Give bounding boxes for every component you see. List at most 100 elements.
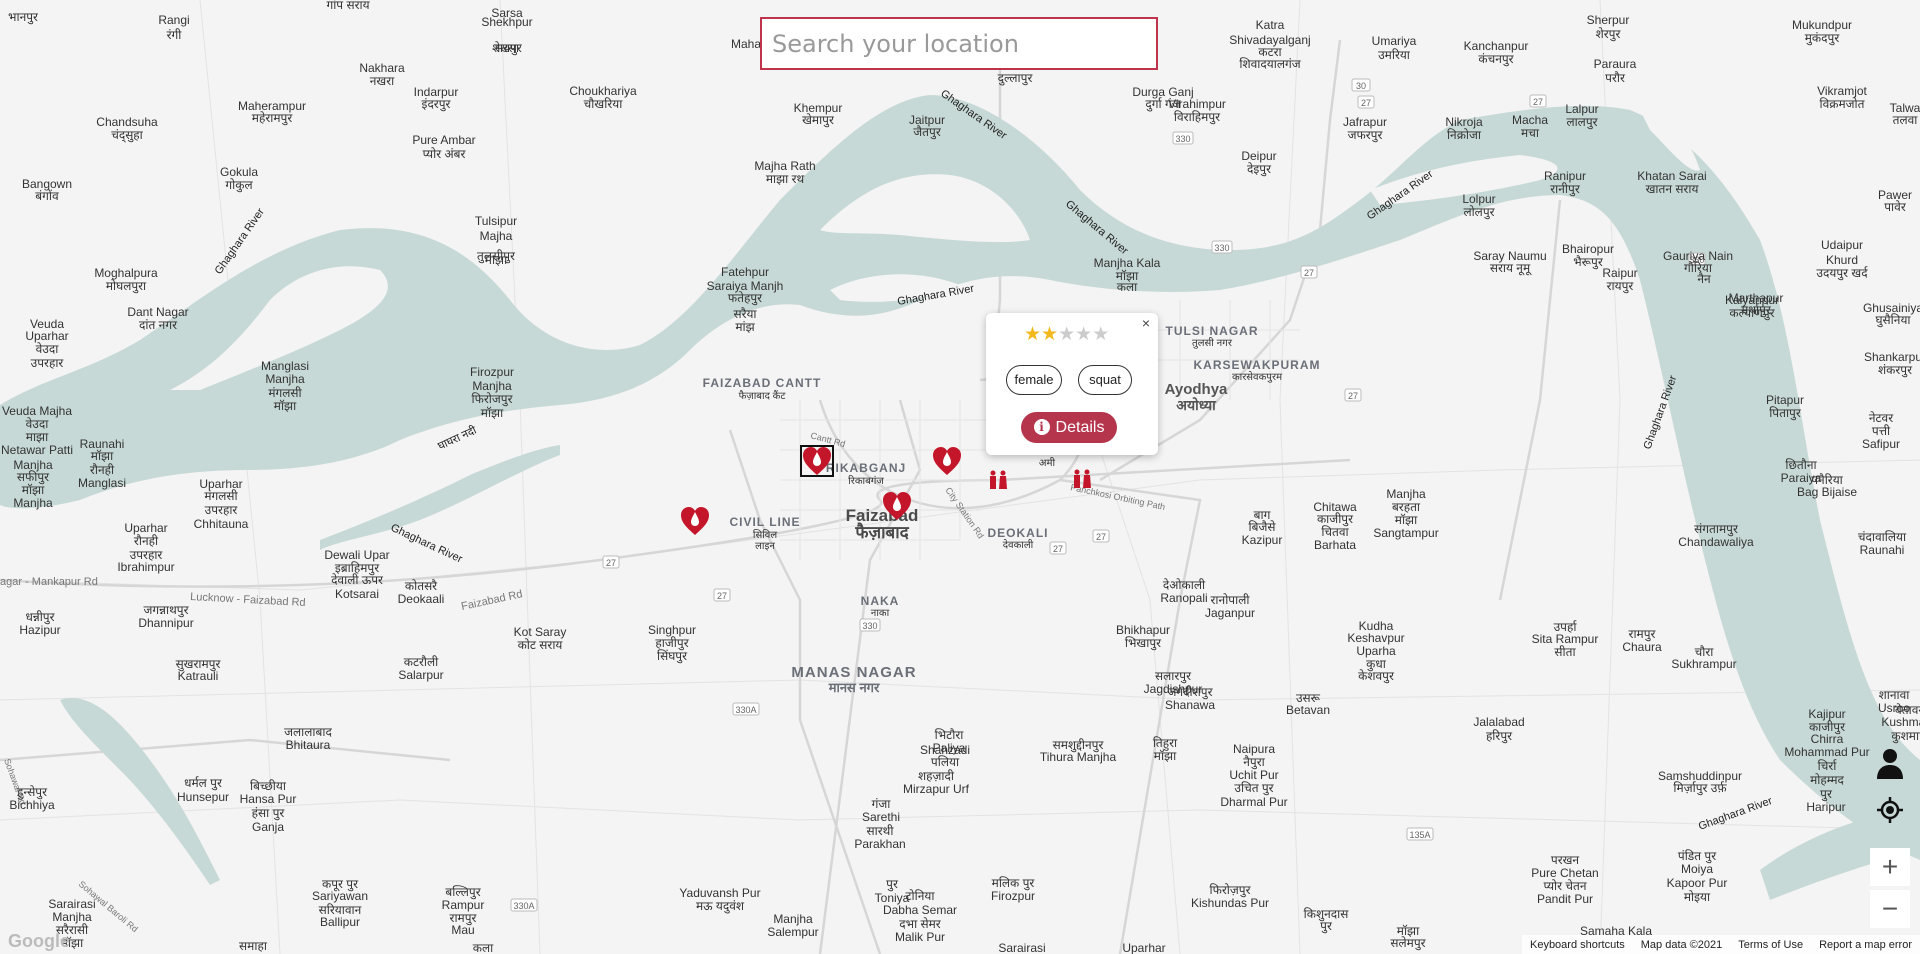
svg-text:27: 27 [1361,98,1371,108]
minus-icon: − [1881,893,1899,924]
place-label: Uparhar [1122,941,1165,954]
area-label-hi: मानस नगर [828,680,880,695]
place-label: Manjha Kala [1094,256,1161,270]
area-label: NAKA [861,594,900,608]
plus-icon: + [1881,851,1899,882]
place-label: शेरपुर [1596,27,1622,42]
place-label: Kapoor Pur [1667,876,1728,890]
place-label: Dabha Semar [883,903,957,917]
place-label: भानपुर [8,10,39,25]
place-label: मऊ यदुवंश [696,899,745,914]
place-label: समाहा [239,939,268,953]
place-label: मॉझा [1154,749,1177,763]
user-button[interactable] [1870,743,1910,783]
place-label: Katrauli [178,669,219,683]
blood-drop-heart-icon[interactable] [880,490,914,527]
place-label: Nikroja [1445,115,1483,129]
svg-text:27: 27 [717,591,727,601]
details-button[interactable]: i Details [1021,412,1117,443]
place-label: दभा सेमर [899,917,942,931]
place-label: शंकरपुर [1878,363,1913,378]
place-label: तलवा [1893,113,1919,127]
place-label: इंदरपुर [422,97,452,112]
toilet-icon[interactable] [1071,469,1093,494]
zoom-out-button[interactable]: − [1870,890,1910,928]
place-label: गोकुल [225,178,253,193]
place-label: शिवादयालगंज [1239,57,1301,71]
place-label: Mohammad Pur [1784,745,1869,759]
place-label: Lalpur [1565,102,1598,116]
place-label: Shanawa [1165,698,1215,712]
blood-drop-heart-icon[interactable] [678,505,712,542]
place-label: कला [1117,280,1138,294]
place-label: Salempur [767,925,818,939]
place-label: Majha Rath [754,159,815,173]
place-label: प्योर चेतन [1543,879,1586,893]
area-label: RIKABGANJ [826,461,906,475]
place-label: Rangi [158,13,189,27]
place-label: दांत नगर [139,318,178,332]
place-label: Nakhara [359,61,405,75]
place-label: Gokula [220,165,258,179]
tag-female: female [1006,365,1062,395]
area-label: KARSEWAKPURAM [1194,358,1321,372]
place-label: सिंघपुर [657,649,688,664]
close-icon[interactable]: × [1142,315,1150,331]
place-label: Dant Nagar [127,305,188,319]
place-label: Malik Pur [895,930,945,944]
place-label: Manjha [472,379,512,393]
toilet-icon[interactable] [987,470,1009,495]
search-input[interactable] [762,19,1156,68]
blood-drop-heart-icon[interactable] [800,445,834,482]
highway-shield: 27 [602,555,620,569]
place-label: Lolpur [1462,192,1495,206]
place-label: छितौना [1785,458,1817,472]
highway-shield: 330A [732,702,760,716]
highway-shield: 330 [859,618,881,632]
terms-link[interactable]: Terms of Use [1738,939,1803,951]
place-label: Firozpur [991,889,1035,903]
place-label: Tulsipur [475,214,517,228]
area-label-hi: सिविल [753,529,778,541]
place-label: कुशमाहा [1891,729,1920,744]
place-label: शानावा [1879,688,1911,702]
svg-text:27: 27 [606,558,616,568]
place-label: माझा [26,430,49,444]
place-label: Hansa Pur [240,792,297,806]
place-label: Mukundpur [1792,18,1852,32]
place-label: Uparha [1356,644,1396,658]
place-label: Uparhar [124,521,167,535]
place-label: माझा [485,253,508,267]
place-label: Veuda Majha [2,404,72,418]
blood-drop-heart-icon[interactable] [930,445,964,482]
place-label: गांप सराय [326,0,370,12]
place-label: Raunahi [1860,543,1905,557]
place-label: रंगी [167,28,183,42]
place-label: टोनिया [906,889,936,903]
keyboard-shortcuts-link[interactable]: Keyboard shortcuts [1530,939,1625,951]
place-label: नेटवर [1869,411,1894,425]
svg-text:330A: 330A [735,705,756,715]
place-label: Mirzapur Urf [903,782,970,796]
zoom-in-button[interactable]: + [1870,848,1910,886]
area-label: CIVIL LINE [729,515,800,529]
svg-text:330: 330 [1175,134,1190,144]
place-label: पितापुर [1769,406,1802,421]
locate-button[interactable] [1870,790,1910,830]
place-label: अमी [1039,457,1056,469]
place-label: देओकाली [1163,578,1206,592]
place-label: Dharmal Pur [1220,795,1287,809]
report-error-link[interactable]: Report a map error [1819,939,1912,951]
star-icon: ★ [1024,324,1042,345]
place-label: Shekhpur [481,15,532,29]
place-label: पावेर [1884,200,1907,214]
search-box[interactable] [760,17,1158,70]
place-label: मॉझा [481,406,504,420]
place-label: Chirra [1811,732,1844,746]
svg-text:330: 330 [862,621,877,631]
place-label: Virahimpur [1168,97,1226,111]
place-label: केशवपुर [1358,669,1395,684]
place-label: मॉझा [274,399,297,413]
details-label: Details [1055,419,1105,436]
place-label: मॉझा [91,449,114,463]
